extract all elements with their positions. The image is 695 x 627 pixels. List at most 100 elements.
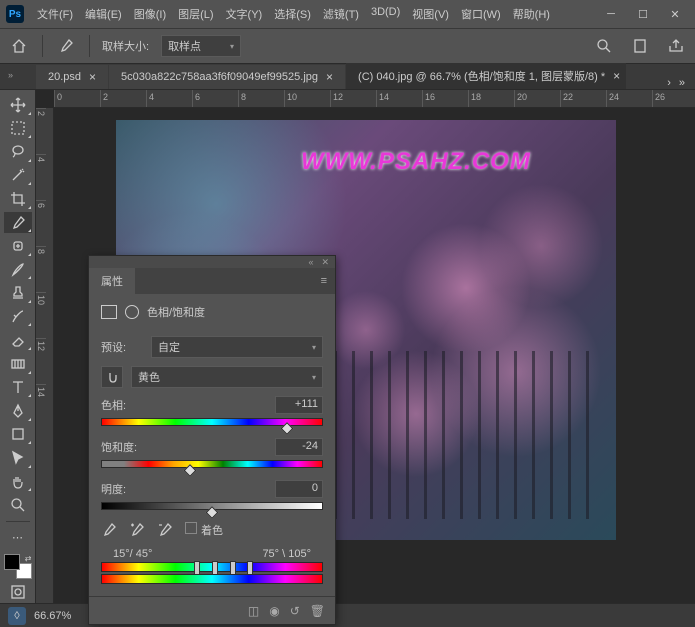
quickmask-icon[interactable]: [4, 581, 32, 603]
tab-nav: › »: [657, 77, 695, 89]
range-marker[interactable]: [230, 561, 236, 575]
panel-close-icon[interactable]: ✕: [321, 257, 329, 268]
lightness-value[interactable]: 0: [275, 480, 323, 498]
menu-layer[interactable]: 图层(L): [173, 3, 218, 25]
quickmask-toggle[interactable]: ◊: [8, 607, 26, 625]
hand-tool[interactable]: [4, 471, 32, 493]
home-icon[interactable]: [8, 35, 30, 57]
chevron-down-icon: ▾: [312, 343, 316, 352]
tab-close-icon[interactable]: ×: [89, 70, 96, 84]
separator: [42, 35, 43, 57]
range-marker[interactable]: [212, 561, 218, 575]
hue-slider[interactable]: [101, 418, 323, 428]
window-controls: ─ ☐ ✕: [603, 8, 689, 21]
range-marker[interactable]: [194, 561, 200, 575]
search-icon[interactable]: [593, 35, 615, 57]
separator: [89, 35, 90, 57]
tab-040-jpg[interactable]: (C) 040.jpg @ 66.7% (色相/饱和度 1, 图层蒙版/8) *…: [346, 63, 626, 89]
stamp-tool[interactable]: [4, 282, 32, 304]
hue-value[interactable]: +111: [275, 396, 323, 414]
brush-tool[interactable]: [4, 259, 32, 281]
adjustment-name: 色相/饱和度: [147, 304, 205, 320]
crop-tool[interactable]: [4, 188, 32, 210]
tab-label: 20.psd: [48, 71, 81, 83]
menu-window[interactable]: 窗口(W): [456, 3, 506, 25]
chevron-down-icon: ▾: [312, 373, 316, 382]
type-tool[interactable]: [4, 377, 32, 399]
properties-panel: « ✕ 属性 ≡ 色相/饱和度 预设: 自定▾ 黄色▾ 色相:+111 饱和度:…: [88, 255, 336, 625]
properties-tab[interactable]: 属性: [89, 268, 135, 294]
foreground-color[interactable]: [4, 554, 20, 570]
hue-label: 色相:: [101, 397, 126, 413]
pen-tool[interactable]: [4, 400, 32, 422]
tab-overflow-icon[interactable]: »: [679, 77, 685, 89]
tab-close-icon[interactable]: ×: [613, 69, 620, 83]
lasso-tool[interactable]: [4, 141, 32, 163]
eyedropper-icon[interactable]: [101, 522, 117, 538]
tab-next-icon[interactable]: ›: [667, 77, 671, 89]
colorize-checkbox[interactable]: 着色: [185, 522, 223, 538]
tab-longname-jpg[interactable]: 5c030a822c758aa3f6f09049ef99525.jpg×: [109, 65, 345, 89]
lightness-slider[interactable]: [101, 502, 323, 512]
saturation-label: 饱和度:: [101, 439, 137, 455]
menu-file[interactable]: 文件(F): [32, 3, 78, 25]
color-swatches[interactable]: ⇄: [4, 554, 32, 579]
sample-size-select[interactable]: 取样点 ▾: [161, 35, 241, 57]
panel-body: 色相/饱和度 预设: 自定▾ 黄色▾ 色相:+111 饱和度:-24 明度:0 …: [89, 294, 335, 596]
options-bar: 取样大小: 取样点 ▾: [0, 28, 695, 64]
zoom-level[interactable]: 66.67%: [34, 610, 71, 622]
preset-value: 自定: [158, 339, 180, 355]
delete-icon[interactable]: 🗑: [310, 604, 325, 618]
healing-tool[interactable]: [4, 235, 32, 257]
edit-toolbar-icon[interactable]: ⋯: [4, 527, 32, 549]
shape-tool[interactable]: [4, 424, 32, 446]
eraser-tool[interactable]: [4, 329, 32, 351]
clip-to-layer-icon[interactable]: ◫: [248, 604, 259, 618]
magic-wand-tool[interactable]: [4, 165, 32, 187]
menu-image[interactable]: 图像(I): [129, 3, 171, 25]
range-strip-bottom[interactable]: [101, 574, 323, 584]
menu-type[interactable]: 文字(Y): [221, 3, 268, 25]
range-strip-top[interactable]: [101, 562, 323, 572]
horizontal-ruler[interactable]: 0246810121416182022242628: [54, 90, 695, 108]
gradient-tool[interactable]: [4, 353, 32, 375]
vertical-ruler[interactable]: 2468101214: [36, 108, 54, 603]
range-marker[interactable]: [247, 561, 253, 575]
collapse-icon[interactable]: «: [308, 257, 313, 267]
eyedropper-add-icon[interactable]: [129, 522, 145, 538]
document-icon[interactable]: [629, 35, 651, 57]
close-icon[interactable]: ✕: [667, 8, 683, 21]
marquee-tool[interactable]: [4, 118, 32, 140]
panel-menu-icon[interactable]: ≡: [313, 275, 335, 287]
zoom-tool[interactable]: [4, 494, 32, 516]
eyedropper-tool-icon[interactable]: [55, 35, 77, 57]
eyedropper-tool[interactable]: [4, 212, 32, 234]
view-previous-icon[interactable]: ◉: [269, 604, 279, 618]
menu-edit[interactable]: 编辑(E): [80, 3, 127, 25]
saturation-slider[interactable]: [101, 460, 323, 470]
panel-drag-bar[interactable]: « ✕: [89, 256, 335, 268]
tab-close-icon[interactable]: ×: [326, 70, 333, 84]
reset-icon[interactable]: ↺: [290, 604, 300, 618]
share-icon[interactable]: [665, 35, 687, 57]
mask-icon: [125, 305, 139, 319]
eyedropper-subtract-icon[interactable]: [157, 522, 173, 538]
targeted-adjust-tool[interactable]: [101, 366, 123, 388]
preset-select[interactable]: 自定 ▾: [151, 336, 323, 358]
maximize-icon[interactable]: ☐: [635, 8, 651, 21]
move-tool[interactable]: [4, 94, 32, 116]
minimize-icon[interactable]: ─: [603, 8, 619, 21]
menu-view[interactable]: 视图(V): [407, 3, 454, 25]
expand-tabs-icon[interactable]: »: [8, 70, 13, 80]
swap-colors-icon[interactable]: ⇄: [25, 554, 32, 563]
saturation-value[interactable]: -24: [275, 438, 323, 456]
history-brush-tool[interactable]: [4, 306, 32, 328]
path-select-tool[interactable]: [4, 447, 32, 469]
menu-select[interactable]: 选择(S): [269, 3, 316, 25]
tab-20-psd[interactable]: 20.psd ×: [36, 65, 108, 89]
channel-select[interactable]: 黄色▾: [131, 366, 323, 388]
menu-filter[interactable]: 滤镜(T): [318, 3, 364, 25]
menu-help[interactable]: 帮助(H): [508, 3, 555, 25]
eyedropper-row: 着色: [101, 522, 323, 538]
menu-3d[interactable]: 3D(D): [366, 3, 405, 25]
